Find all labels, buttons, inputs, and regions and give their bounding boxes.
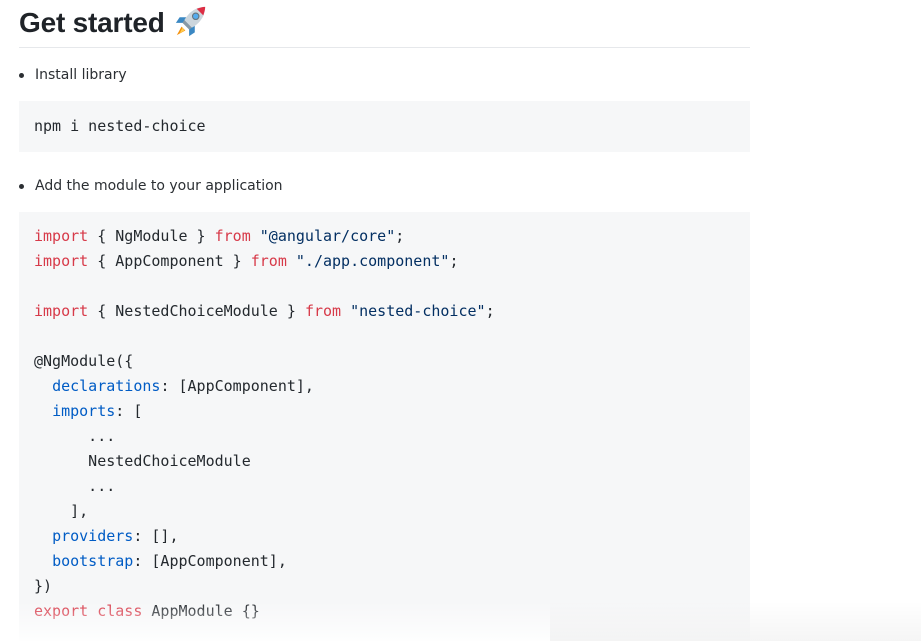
readme-content: Get started Install library npm i nested… [19,0,750,641]
page-title-text: Get started [19,7,165,38]
code-token: "nested-choice" [350,302,486,320]
code-line: @NgModule({ [34,352,133,370]
code-content[interactable]: import { NgModule } from "@angular/core"… [34,224,495,624]
code-token: "./app.component" [295,252,450,270]
code-token: npm i nested-choice [34,117,206,135]
code-line: export class AppModule {} [34,602,260,620]
code-token: { NgModule } [88,227,215,245]
code-token: ... [34,427,116,445]
code-line: declarations: [AppComponent], [34,377,314,395]
code-block[interactable]: npm i nested-choice [19,101,750,152]
section-heading: Get started [19,0,750,48]
code-token: import [34,227,89,245]
code-token: from [250,252,287,270]
code-token: import [34,302,89,320]
code-token: @NgModule({ [34,352,134,370]
rocket-icon [176,6,206,37]
code-token: class [97,602,143,620]
code-token: from [304,302,342,320]
bullet-dot [19,183,24,189]
code-token: : [AppComponent], [160,377,314,395]
code-line: npm i nested-choice [34,117,206,135]
list-item-text: Add the module to your application [35,178,283,194]
code-line: bootstrap: [AppComponent], [34,552,287,570]
code-token: imports [52,402,116,420]
code-token: ; [485,302,495,320]
code-token: import [34,252,89,270]
code-token: : [ [115,402,143,420]
code-token: ... [34,477,116,495]
code-token: from [214,227,251,245]
code-line: imports: [ [34,402,142,420]
list-item: Add the module to your application [19,175,283,197]
code-line: import { AppComponent } from "./app.comp… [34,252,458,270]
code-token: : [AppComponent], [133,552,287,570]
bullet-dot [19,72,24,78]
code-token: NestedChoiceModule [34,452,251,470]
code-token: providers [52,527,134,545]
code-line: NestedChoiceModule [34,452,251,470]
code-line: ... [34,477,115,495]
code-token: export [34,602,89,620]
code-token: { NestedChoiceModule } [88,302,305,320]
code-token: ], [34,502,89,520]
code-token: declarations [52,377,161,395]
page-title: Get started [19,4,208,41]
code-token: AppModule {} [142,602,260,620]
list-item: Install library [19,64,127,86]
code-line: }) [34,577,52,595]
code-block[interactable]: import { NgModule } from "@angular/core"… [19,212,750,641]
code-line: providers: [], [34,527,179,545]
code-line: ], [34,502,88,520]
code-token: "@angular/core" [259,227,396,245]
code-token: : [], [133,527,179,545]
list-item-text: Install library [35,67,127,83]
code-token: ; [395,227,405,245]
code-line: import { NestedChoiceModule } from "nest… [34,302,495,320]
code-token: { AppComponent } [88,252,251,270]
code-token: bootstrap [52,552,134,570]
code-token: }) [34,577,53,595]
code-line: ... [34,427,115,445]
code-line: import { NgModule } from "@angular/core"… [34,227,404,245]
code-content[interactable]: npm i nested-choice [34,114,206,139]
code-token: ; [449,252,459,270]
